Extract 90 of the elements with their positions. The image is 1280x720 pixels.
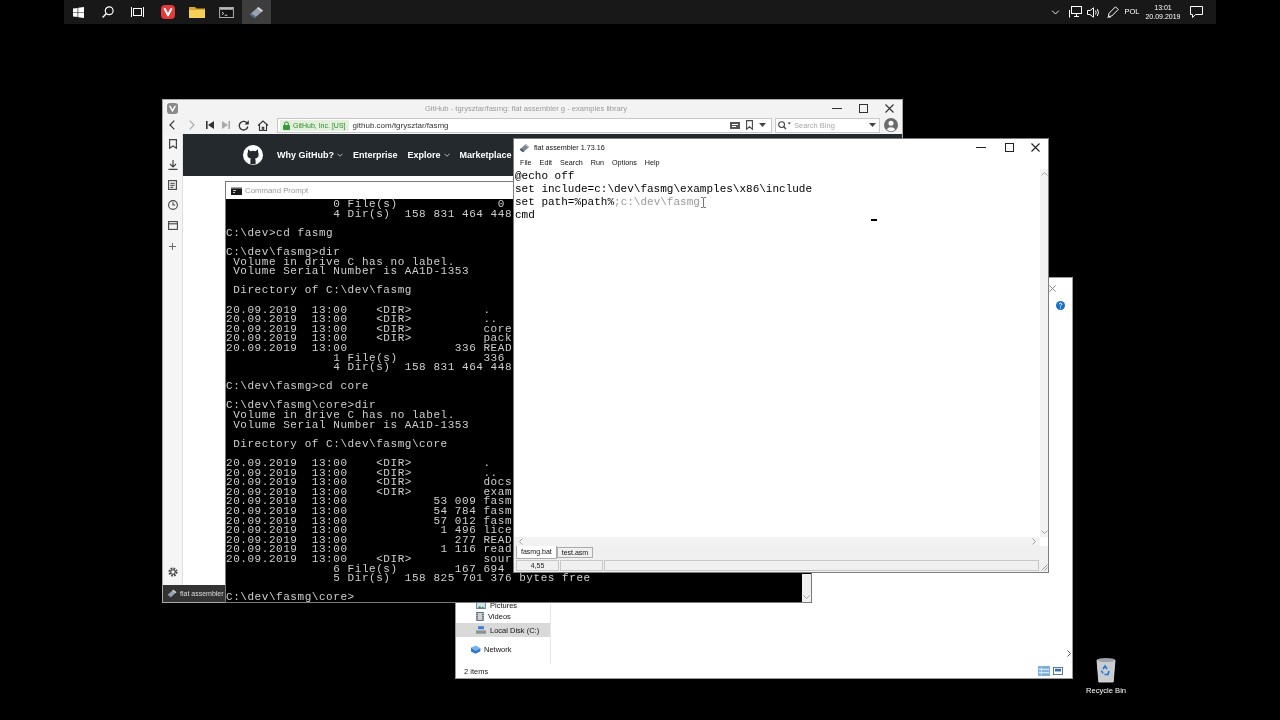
clock-icon[interactable] [167,200,178,211]
console-line: Volume Serial Number is AA1D-1353 [233,267,470,277]
chevron-right-icon[interactable] [1067,650,1071,657]
caret-down-icon[interactable] [759,123,766,127]
chevron-down-icon[interactable] [1050,9,1060,15]
console-line: 4 Dir(s) 158 831 464 448 [333,363,513,373]
volume-icon[interactable] [1086,6,1100,18]
console-line: 20.09.2019 13:00 336 READ [226,343,513,354]
home-icon[interactable] [257,119,269,131]
console-line: 20.09.2019 13:00 <DIR> . [226,459,491,469]
nav-link[interactable]: Marketplace [459,150,512,160]
cat-logo-icon[interactable] [243,145,263,165]
console-line: C:\dev\fasmg\core> [226,593,355,603]
console-line: C:\dev\fasmg>dir [226,247,341,258]
trash-bin-icon [1096,657,1116,683]
maximize-icon[interactable] [858,103,868,113]
console-line: 4 Dir(s) 158 831 464 448 [333,209,513,220]
console-line: 20.09.2019 13:00 <DIR> sour [226,554,513,565]
bookmark-icon[interactable] [168,139,177,150]
help-icon[interactable] [1056,301,1065,310]
terminal-icon[interactable] [219,6,235,18]
maximize-icon[interactable] [1004,143,1014,152]
url-text: github.com/tgrysztar/fasmg [352,120,449,130]
console-line: 0 File(s) 0 [333,200,505,210]
console-line: Directory of C:\dev\fasmg\core [233,439,448,450]
window-icon[interactable] [167,221,178,231]
back-icon[interactable] [169,120,175,130]
console-line: 20.09.2019 13:00 <DIR> docs [226,478,513,488]
code-line: set path=%path%;c:\dev\fasmg [515,195,700,209]
close-icon[interactable] [884,103,894,113]
task-view-icon[interactable] [131,6,145,18]
console-line: 1 File(s) 336 [333,353,505,364]
code-line: set include=c:\dev\fasmg\examples\x86\include [515,182,813,196]
avatar-icon[interactable] [884,118,898,132]
search-icon[interactable] [102,6,115,18]
console-line: 20.09.2019 13:00 1 496 lice [226,526,513,536]
vertical-scrollbar[interactable] [802,574,811,602]
settings-icon[interactable] [167,567,178,577]
bookmark-icon[interactable] [746,120,753,130]
caret-down-icon[interactable] [337,153,343,157]
search-icon[interactable] [778,120,791,130]
console-line: 20.09.2019 13:00 <DIR> . [226,305,491,316]
taskbar-button[interactable] [241,0,272,24]
nav-link[interactable]: Why GitHub? [277,150,343,160]
console-line: 20.09.2019 13:00 53 009 fasm [226,497,513,507]
resize-grip-icon[interactable] [1040,563,1048,571]
console-line: 20.09.2019 13:00 <DIR> .. [226,468,498,479]
nav-link[interactable]: Enterprise [353,150,398,160]
i-beam-cursor-icon [701,197,706,208]
notification-icon[interactable] [1189,6,1203,18]
app-icon[interactable] [248,5,264,19]
console-line: 20.09.2019 13:00 <DIR> pack [226,334,513,344]
terminal-icon[interactable] [231,186,242,195]
code-line: @echo off [515,169,575,183]
console-line: Directory of C:\dev\fasmg [233,286,412,296]
nav-link[interactable]: Explore [407,150,450,160]
minimize-icon[interactable] [832,107,842,109]
console-line: C:\dev>cd fasmg [226,228,334,239]
start-icon[interactable] [73,6,85,18]
film-icon [476,612,484,621]
console-line: Volume Serial Number is AA1D-1353 [233,420,470,431]
console-line: 6 File(s) 167 694 [333,564,505,575]
close-icon[interactable] [1030,143,1040,152]
network-icon [470,644,481,654]
app-icon[interactable] [519,142,530,153]
browser-icon[interactable] [160,5,175,19]
network-icon[interactable] [1068,6,1082,18]
console-line: 20.09.2019 13:00 <DIR> .. [226,315,498,325]
console-line: 5 Dir(s) 158 825 701 376 bytes free [333,574,591,584]
page-icon[interactable] [730,121,740,129]
drive-icon [476,626,486,634]
console-line: 20.09.2019 13:00 1 116 read [226,545,513,555]
app-icon [167,589,177,598]
tiles-view-icon[interactable] [1052,666,1064,676]
lock-icon [283,120,290,130]
code-line: cmd [515,208,535,222]
console-line: Volume in drive C has no label. [233,411,455,421]
text-caret [871,219,877,221]
rewind-icon[interactable] [206,121,214,129]
console-line: C:\dev\fasmg>cd core [226,382,370,392]
caret-down-icon[interactable] [443,153,450,157]
pen-icon[interactable] [1107,6,1119,18]
download-icon[interactable] [167,159,178,170]
console-line: 20.09.2019 13:00 54 784 fasm [226,507,513,517]
reload-icon[interactable] [237,119,249,131]
plus-icon[interactable] [169,242,176,250]
app-logo-icon[interactable] [167,102,178,114]
notes-icon[interactable] [168,179,177,190]
folder-icon[interactable] [189,6,206,18]
caret-down-icon[interactable] [869,123,876,127]
